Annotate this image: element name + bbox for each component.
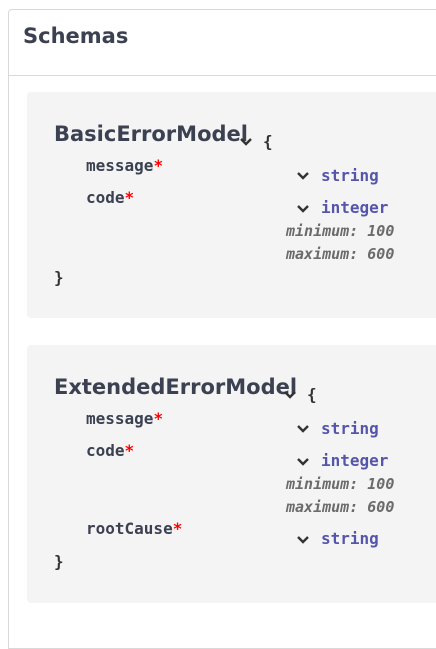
chevron-down-icon[interactable] [283, 390, 297, 400]
required-marker: * [153, 409, 164, 428]
required-marker: * [172, 519, 183, 538]
model-name[interactable]: ExtendedErrorModel [54, 375, 297, 399]
open-brace: { [263, 132, 273, 151]
required-marker: * [153, 156, 164, 175]
chevron-down-icon[interactable] [296, 204, 310, 214]
chevron-down-icon[interactable] [296, 535, 310, 545]
open-brace: { [307, 385, 317, 404]
property-type: string [321, 166, 379, 185]
property-name: code* [86, 441, 135, 460]
property-type: integer [321, 198, 389, 217]
chevron-down-icon[interactable] [296, 171, 310, 181]
property-name: code* [86, 188, 135, 207]
required-marker: * [124, 188, 135, 207]
property-type: string [321, 529, 379, 548]
property-name: message* [86, 409, 164, 428]
required-marker: * [124, 441, 135, 460]
minimum-constraint: minimum: 100 [286, 475, 395, 493]
property-name: rootCause* [86, 519, 183, 538]
maximum-constraint: maximum: 600 [286, 245, 395, 263]
close-brace: } [54, 552, 64, 571]
model-extended-error: ExtendedErrorModel { message* string cod… [27, 345, 436, 603]
schemas-header[interactable]: Schemas [9, 10, 436, 76]
model-name[interactable]: BasicErrorModel [54, 122, 248, 146]
chevron-down-icon[interactable] [296, 457, 310, 467]
minimum-constraint: minimum: 100 [286, 222, 395, 240]
schemas-title: Schemas [23, 24, 129, 48]
model-basic-error: BasicErrorModel { message* string code* … [27, 92, 436, 318]
property-type: string [321, 419, 379, 438]
maximum-constraint: maximum: 600 [286, 498, 395, 516]
close-brace: } [54, 268, 64, 287]
chevron-down-icon[interactable] [239, 137, 253, 147]
property-type: integer [321, 451, 389, 470]
property-name: message* [86, 156, 164, 175]
chevron-down-icon[interactable] [296, 424, 310, 434]
